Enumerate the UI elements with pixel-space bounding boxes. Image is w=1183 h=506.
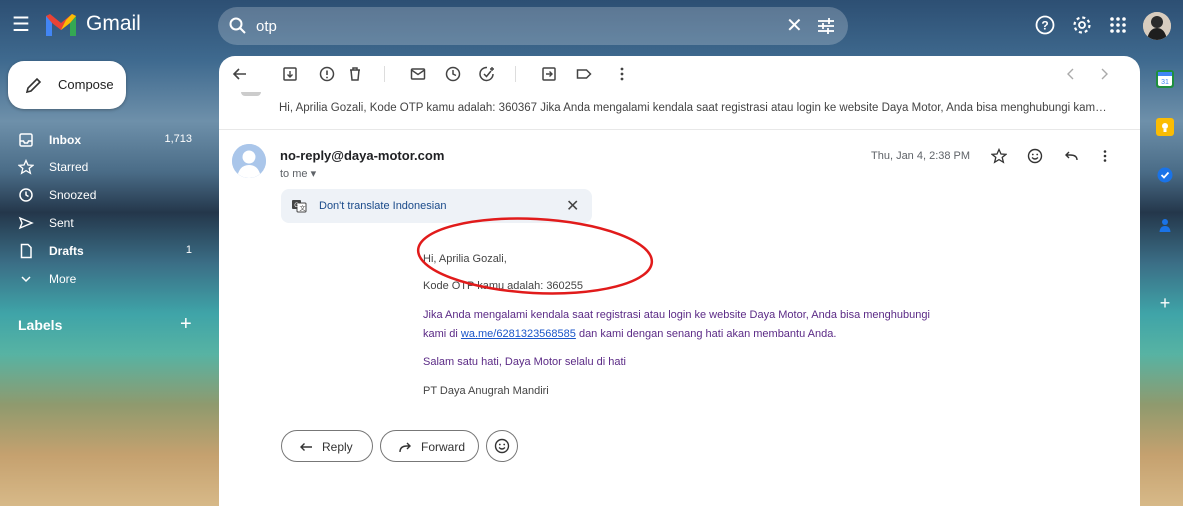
star-icon <box>18 159 34 175</box>
add-task-icon[interactable] <box>478 65 496 83</box>
send-icon <box>18 216 34 230</box>
inbox-icon <box>19 133 33 147</box>
emoji-react-icon[interactable] <box>1027 148 1043 164</box>
svg-text:G: G <box>294 203 299 209</box>
clock-icon <box>19 188 33 202</box>
main-menu-icon[interactable]: ☰ <box>10 14 32 36</box>
gmail-logo <box>46 14 76 36</box>
forward-icon <box>399 442 411 453</box>
star-outline-icon[interactable] <box>991 148 1007 164</box>
nav-item-drafts[interactable]: Drafts 1 <box>0 237 210 265</box>
draft-file-icon <box>20 243 32 259</box>
close-translate-icon[interactable]: ✕ <box>566 196 579 216</box>
add-addon-icon[interactable]: + <box>1156 294 1174 312</box>
emoji-button[interactable] <box>486 430 518 462</box>
settings-gear-icon[interactable] <box>1071 14 1093 36</box>
chevron-down-icon <box>21 276 31 283</box>
closing-text: Salam satu hati, Daya Motor selalu di ha… <box>423 356 626 368</box>
nav-item-starred[interactable]: Starred <box>0 153 210 181</box>
signature-text: PT Daya Anugrah Mandiri <box>423 385 549 397</box>
body-paragraph-line1: Jika Anda mengalami kendala saat registr… <box>423 309 930 321</box>
back-arrow-icon[interactable] <box>231 65 249 83</box>
message-snippet: Hi, Aprilia Gozali, Kode OTP kamu adalah… <box>279 102 1109 114</box>
search-options-icon[interactable] <box>816 16 836 36</box>
move-to-icon[interactable] <box>540 65 558 83</box>
message-more-icon[interactable] <box>1097 148 1113 164</box>
account-avatar[interactable] <box>1143 12 1171 40</box>
pencil-icon <box>25 77 42 94</box>
reply-arrow-icon[interactable] <box>1063 148 1079 164</box>
reply-button[interactable]: Reply <box>281 430 373 462</box>
forward-button[interactable]: Forward <box>380 430 479 462</box>
message-date: Thu, Jan 4, 2:38 PM <box>871 150 971 162</box>
contacts-icon[interactable] <box>1156 216 1174 234</box>
label-tag-icon[interactable] <box>575 65 593 83</box>
sender-avatar <box>232 144 266 178</box>
svg-text:31: 31 <box>1161 79 1169 86</box>
dont-translate-link[interactable]: Don't translate Indonesian <box>319 200 446 212</box>
tasks-icon[interactable] <box>1156 166 1174 184</box>
nav-item-inbox[interactable]: Inbox 1,713 <box>0 126 210 154</box>
clear-search-icon[interactable]: ✕ <box>786 15 803 37</box>
message-panel: Hi, Aprilia Gozali, Kode OTP kamu adalah… <box>219 56 1140 506</box>
mark-unread-icon[interactable] <box>409 65 427 83</box>
nav-item-sent[interactable]: Sent <box>0 209 210 237</box>
compose-button[interactable]: Compose <box>8 61 126 109</box>
search-icon[interactable] <box>228 16 248 36</box>
help-icon[interactable]: ? <box>1034 14 1056 36</box>
svg-text:文: 文 <box>300 205 306 213</box>
annotation-circle <box>416 217 654 295</box>
delete-trash-icon[interactable] <box>346 65 364 83</box>
archive-icon[interactable] <box>281 65 299 83</box>
translate-icon: G 文 <box>292 200 307 213</box>
message-toolbar <box>219 56 1140 92</box>
reply-icon <box>300 443 312 451</box>
recipient-dropdown[interactable]: to me ▾ <box>280 167 316 180</box>
top-bar: ☰ Gmail ✕ ? <box>0 0 1183 52</box>
add-label-icon[interactable]: + <box>180 313 192 336</box>
more-vertical-icon[interactable] <box>613 65 631 83</box>
labels-heading: Labels <box>18 317 63 333</box>
older-chevron-right-icon[interactable] <box>1095 65 1113 83</box>
snooze-clock-icon[interactable] <box>444 65 462 83</box>
collapsed-message-row[interactable]: Hi, Aprilia Gozali, Kode OTP kamu adalah… <box>219 92 1140 130</box>
smiley-icon <box>494 438 510 454</box>
sender-address: no-reply@daya-motor.com <box>280 148 445 163</box>
whatsapp-link[interactable]: wa.me/6281323568585 <box>461 328 576 340</box>
apps-grid-icon[interactable] <box>1107 14 1129 36</box>
compose-label: Compose <box>58 77 114 92</box>
svg-text:?: ? <box>1041 19 1048 33</box>
report-spam-icon[interactable] <box>318 65 336 83</box>
calendar-icon[interactable]: 31 <box>1156 70 1174 88</box>
body-paragraph-line2: kami di wa.me/6281323568585 dan kami den… <box>423 328 837 340</box>
nav-item-more[interactable]: More <box>0 265 210 293</box>
gmail-wordmark: Gmail <box>86 12 141 35</box>
search-input[interactable] <box>256 15 756 37</box>
collapsed-avatar-stub <box>241 92 261 96</box>
search-bar[interactable]: ✕ <box>218 7 848 45</box>
nav-item-snoozed[interactable]: Snoozed <box>0 181 210 209</box>
keep-notes-icon[interactable] <box>1156 118 1174 136</box>
newer-chevron-left-icon[interactable] <box>1062 65 1080 83</box>
